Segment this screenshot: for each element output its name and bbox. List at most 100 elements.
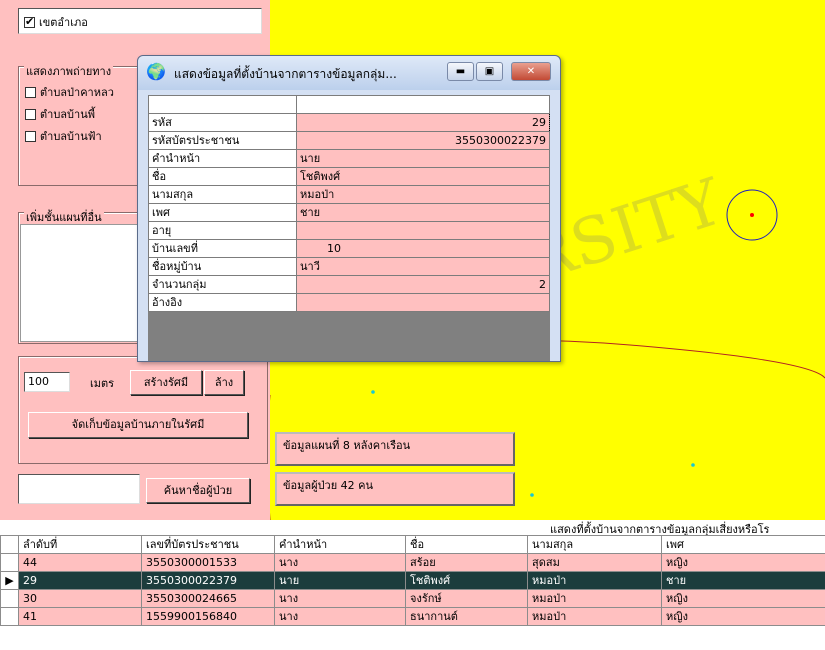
field-value[interactable]: นาย bbox=[296, 149, 550, 168]
row-indicator[interactable] bbox=[0, 589, 19, 608]
table-cell[interactable]: ธนากานต์ bbox=[405, 607, 528, 626]
checkbox-checked-icon[interactable] bbox=[24, 15, 35, 28]
close-icon[interactable]: ✕ bbox=[511, 62, 551, 81]
photo-item-label: ตำบลบ้านพี้ bbox=[40, 108, 95, 121]
store-houses-button[interactable]: จัดเก็บข้อมูลบ้านภายในรัศมี bbox=[28, 412, 248, 438]
house-count-label: ข้อมูลแผนที่ 8 หลังคาเรือน bbox=[275, 432, 515, 466]
house-point bbox=[371, 390, 375, 394]
table-cell[interactable]: หมอป่า bbox=[527, 589, 662, 608]
radius-input[interactable]: 100 bbox=[24, 372, 70, 392]
table-row[interactable]: ▶ 29 3550300022379 นาย โชติพงศ์ หมอป่า ชาย bbox=[0, 571, 825, 590]
field-name: อ้างอิง bbox=[148, 293, 297, 312]
photo-item-label: ตำบลป่าคาหลว bbox=[40, 86, 114, 99]
patient-count-label: ข้อมูลผู้ป่วย 42 คน bbox=[275, 472, 515, 506]
table-row[interactable]: 44 3550300001533 นาง สร้อย สุดสม หญิง bbox=[0, 553, 825, 572]
photo-item-pakhaluang[interactable]: ตำบลป่าคาหลว bbox=[25, 83, 114, 101]
record-row: จำนวนกลุ่ม 2 bbox=[148, 275, 550, 294]
table-cell[interactable]: โชติพงศ์ bbox=[405, 571, 528, 590]
table-cell[interactable]: หมอป่า bbox=[527, 607, 662, 626]
row-pointer-icon[interactable]: ▶ bbox=[0, 571, 19, 590]
record-row: ชื่อ โชติพงศ์ bbox=[148, 167, 550, 186]
column-header[interactable]: เลขที่บัตรประชาชน bbox=[141, 535, 275, 554]
field-value[interactable] bbox=[296, 221, 550, 240]
field-name: ชื่อหมู่บ้าน bbox=[148, 257, 297, 276]
field-value[interactable]: ชาย bbox=[296, 203, 550, 222]
column-header[interactable]: นามสกุล bbox=[527, 535, 662, 554]
table-row[interactable]: 30 3550300024665 นาง จงรักษ์ หมอป่า หญิง bbox=[0, 589, 825, 608]
table-cell[interactable]: 3550300024665 bbox=[141, 589, 275, 608]
checkbox-icon[interactable] bbox=[25, 87, 36, 98]
table-cell[interactable]: 41 bbox=[18, 607, 142, 626]
field-name: นามสกุล bbox=[148, 185, 297, 204]
search-patient-button[interactable]: ค้นหาชื่อผู้ป่วย bbox=[146, 478, 250, 503]
table-cell[interactable]: นาง bbox=[274, 607, 406, 626]
field-value[interactable] bbox=[296, 293, 550, 312]
patient-search-input[interactable] bbox=[18, 474, 140, 504]
column-header[interactable]: เพศ bbox=[661, 535, 825, 554]
field-name: อายุ bbox=[148, 221, 297, 240]
field-name: บ้านเลขที่ bbox=[148, 239, 297, 258]
table-cell[interactable]: นาย bbox=[274, 571, 406, 590]
field-value[interactable]: หมอป่า bbox=[296, 185, 550, 204]
table-cell[interactable]: 1559900156840 bbox=[141, 607, 275, 626]
field-value[interactable]: 2 bbox=[296, 275, 550, 294]
table-cell[interactable]: นาง bbox=[274, 553, 406, 572]
radius-unit: เมตร bbox=[90, 377, 115, 390]
table-row[interactable]: 41 1559900156840 นาง ธนากานต์ หมอป่า หญิง bbox=[0, 607, 825, 626]
checkbox-icon[interactable] bbox=[25, 109, 36, 120]
photo-item-label: ตำบลบ้านฟ้า bbox=[40, 130, 102, 143]
risk-group-table[interactable]: ลำดับที่ เลขที่บัตรประชาชน คำนำหน้า ชื่อ นาม… bbox=[0, 535, 825, 626]
column-header[interactable]: คำนำหน้า bbox=[274, 535, 406, 554]
minimize-icon[interactable]: ▬ bbox=[447, 62, 474, 81]
table-cell[interactable]: หญิง bbox=[661, 589, 825, 608]
field-name: รหัส bbox=[148, 113, 297, 132]
house-point bbox=[530, 493, 534, 497]
table-cell[interactable]: 3550300001533 bbox=[141, 553, 275, 572]
field-value[interactable]: นาวี bbox=[296, 257, 550, 276]
table-cell[interactable]: สุดสม bbox=[527, 553, 662, 572]
table-cell[interactable]: หญิง bbox=[661, 553, 825, 572]
table-cell[interactable]: นาง bbox=[274, 589, 406, 608]
table-cell[interactable]: ชาย bbox=[661, 571, 825, 590]
column-header[interactable]: ลำดับที่ bbox=[18, 535, 142, 554]
record-row: เพศ ชาย bbox=[148, 203, 550, 222]
record-row: นามสกุล หมอป่า bbox=[148, 185, 550, 204]
field-name: จำนวนกลุ่ม bbox=[148, 275, 297, 294]
app-icon: 🌍 bbox=[146, 62, 166, 81]
dialog-title: แสดงข้อมูลที่ตั้งบ้านจากตารางข้อมูลกลุ่ม… bbox=[174, 67, 397, 81]
table-cell[interactable]: 44 bbox=[18, 553, 142, 572]
data-table: ลำดับที่ เลขที่บัตรประชาชน คำนำหน้า ชื่อ นาม… bbox=[0, 535, 825, 626]
clear-radius-button[interactable]: ล้าง bbox=[204, 370, 244, 395]
selected-house-marker bbox=[750, 213, 754, 217]
row-indicator[interactable] bbox=[0, 607, 19, 626]
column-header[interactable]: ชื่อ bbox=[405, 535, 528, 554]
field-name: เพศ bbox=[148, 203, 297, 222]
row-indicator[interactable] bbox=[0, 553, 19, 572]
table-cell[interactable]: จงรักษ์ bbox=[405, 589, 528, 608]
table-cell[interactable]: หญิง bbox=[661, 607, 825, 626]
record-row: ชื่อหมู่บ้าน นาวี bbox=[148, 257, 550, 276]
checkbox-icon[interactable] bbox=[25, 131, 36, 142]
table-cell[interactable]: 30 bbox=[18, 589, 142, 608]
record-row: บ้านเลขที่ 10 bbox=[148, 239, 550, 258]
field-name: คำนำหน้า bbox=[148, 149, 297, 168]
record-row: รหัสบัตรประชาชน 3550300022379 bbox=[148, 131, 550, 150]
photo-item-banfa[interactable]: ตำบลบ้านฟ้า bbox=[25, 127, 102, 145]
field-name: ชื่อ bbox=[148, 167, 297, 186]
record-row: รหัส 29 bbox=[148, 113, 550, 132]
record-row: อ้างอิง bbox=[148, 293, 550, 312]
table-cell[interactable]: หมอป่า bbox=[527, 571, 662, 590]
photo-item-banphi[interactable]: ตำบลบ้านพี้ bbox=[25, 105, 95, 123]
house-info-dialog: 🌍 แสดงข้อมูลที่ตั้งบ้านจากตารางข้อมูลกลุ… bbox=[137, 55, 561, 362]
field-value[interactable]: 29 bbox=[296, 113, 550, 132]
house-point bbox=[691, 463, 695, 467]
table-cell[interactable]: 29 bbox=[18, 571, 142, 590]
field-value[interactable]: 10 bbox=[296, 239, 550, 258]
table-cell[interactable]: 3550300022379 bbox=[141, 571, 275, 590]
create-radius-button[interactable]: สร้างรัศมี bbox=[130, 370, 202, 395]
maximize-icon[interactable]: ▣ bbox=[476, 62, 503, 81]
field-value[interactable]: 3550300022379 bbox=[296, 131, 550, 150]
field-value[interactable]: โชติพงศ์ bbox=[296, 167, 550, 186]
table-cell[interactable]: สร้อย bbox=[405, 553, 528, 572]
district-checkbox[interactable]: เขตอำเภอ bbox=[24, 13, 88, 31]
